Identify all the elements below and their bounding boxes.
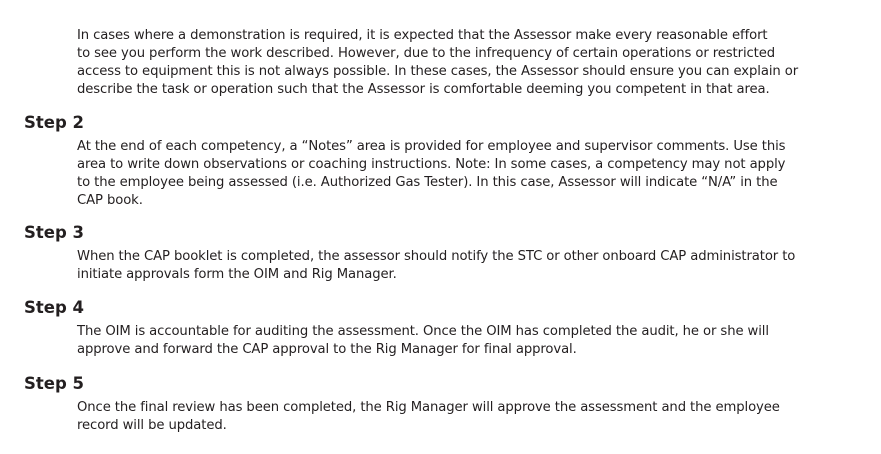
step-3-paragraph: When the CAP booklet is completed, the a…: [77, 248, 837, 284]
step-5-line: record will be updated.: [77, 418, 227, 433]
step-2-line: to the employee being assessed (i.e. Aut…: [77, 175, 778, 190]
step-4-heading: Step 4: [24, 298, 84, 317]
step-3-heading: Step 3: [24, 223, 84, 242]
step-2-line: CAP book.: [77, 193, 143, 208]
step-5-heading: Step 5: [24, 374, 84, 393]
step-4-paragraph: The OIM is accountable for auditing the …: [77, 323, 837, 359]
step-3-line: initiate approvals form the OIM and Rig …: [77, 267, 397, 282]
intro-line: In cases where a demonstration is requir…: [77, 28, 768, 43]
intro-line: access to equipment this is not always p…: [77, 64, 799, 79]
intro-paragraph: In cases where a demonstration is requir…: [77, 27, 837, 99]
document-page: In cases where a demonstration is requir…: [0, 0, 881, 454]
step-5-paragraph: Once the final review has been completed…: [77, 399, 837, 435]
step-4-line: approve and forward the CAP approval to …: [77, 342, 577, 357]
step-4-line: The OIM is accountable for auditing the …: [77, 324, 769, 339]
step-3-line: When the CAP booklet is completed, the a…: [77, 249, 796, 264]
intro-line: describe the task or operation such that…: [77, 82, 770, 97]
step-2-line: At the end of each competency, a “Notes”…: [77, 139, 786, 154]
step-2-heading: Step 2: [24, 113, 84, 132]
step-5-line: Once the final review has been completed…: [77, 400, 780, 415]
step-2-line: area to write down observations or coach…: [77, 157, 786, 172]
step-2-paragraph: At the end of each competency, a “Notes”…: [77, 138, 837, 210]
intro-line: to see you perform the work described. H…: [77, 46, 776, 61]
